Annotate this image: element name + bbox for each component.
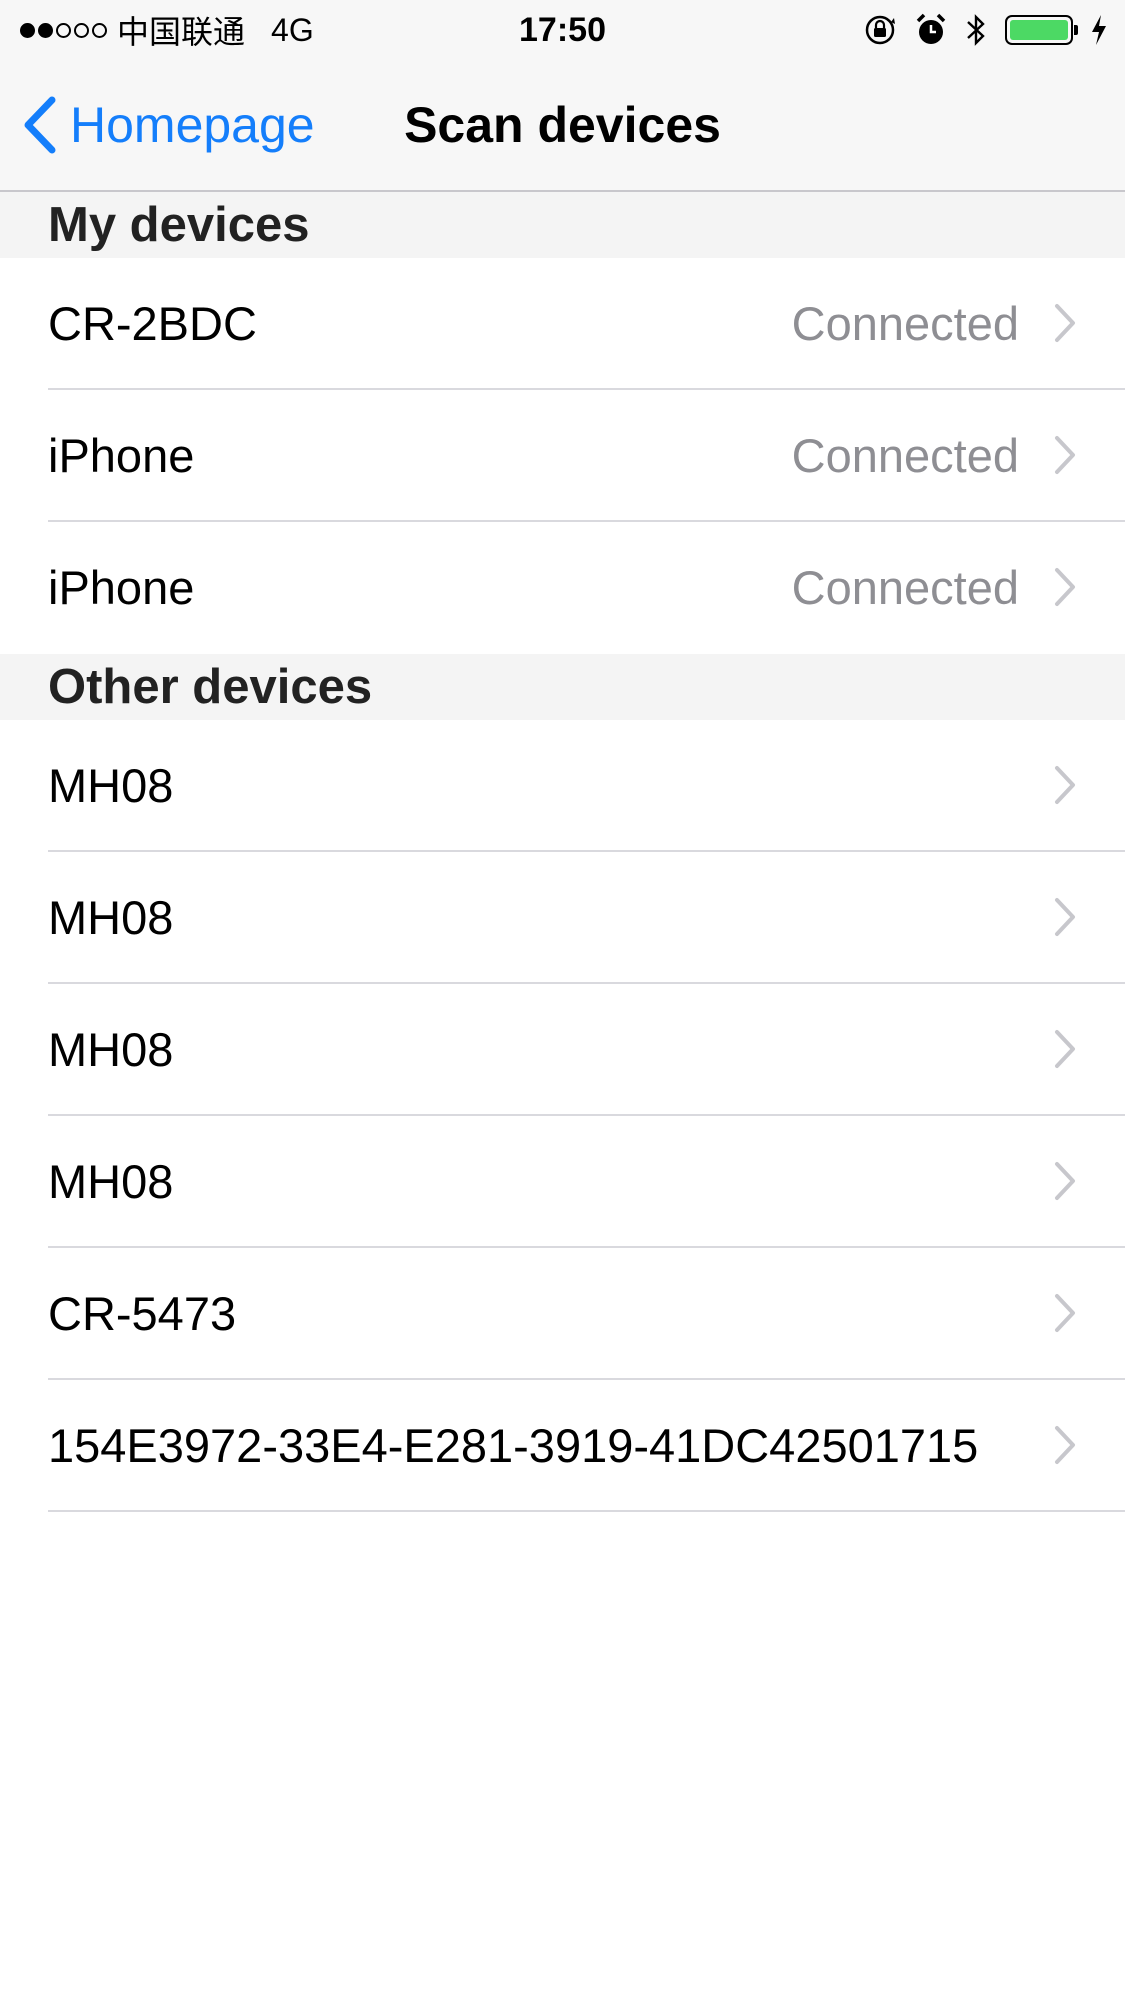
device-row[interactable]: MH08 bbox=[0, 984, 1125, 1116]
chevron-right-icon bbox=[1055, 568, 1075, 606]
battery-icon bbox=[1005, 15, 1078, 45]
chevron-right-icon bbox=[1055, 1294, 1075, 1332]
section-header-my-devices: My devices bbox=[0, 192, 1125, 258]
device-row[interactable]: MH08 bbox=[0, 852, 1125, 984]
device-name: CR-2BDC bbox=[48, 297, 257, 350]
chevron-right-icon bbox=[1055, 766, 1075, 804]
device-name: MH08 bbox=[48, 1155, 174, 1208]
device-name: iPhone bbox=[48, 429, 195, 482]
status-right bbox=[863, 10, 1107, 50]
device-row[interactable]: 154E3972-33E4-E281-3919-41DC42501715 bbox=[0, 1380, 1125, 1512]
device-status: Connected bbox=[791, 561, 1019, 614]
section-header-other-devices: Other devices bbox=[0, 654, 1125, 720]
chevron-right-icon bbox=[1055, 1426, 1075, 1464]
device-row[interactable]: iPhone Connected bbox=[0, 522, 1125, 654]
charging-bolt-icon bbox=[1092, 15, 1106, 45]
page-title: Scan devices bbox=[404, 97, 721, 153]
row-separator bbox=[48, 1510, 1125, 1512]
navigation-bar: Homepage Scan devices bbox=[0, 60, 1125, 192]
device-row[interactable]: CR-2BDC Connected bbox=[0, 258, 1125, 390]
device-name: iPhone bbox=[48, 561, 195, 614]
device-name: CR-5473 bbox=[48, 1287, 237, 1340]
device-name: MH08 bbox=[48, 1023, 174, 1076]
device-row[interactable]: MH08 bbox=[0, 1116, 1125, 1248]
alarm-icon bbox=[916, 13, 946, 44]
battery-level bbox=[1010, 20, 1068, 40]
status-bar: 中国联通 4G 17:50 bbox=[0, 0, 1125, 60]
chevron-right-icon bbox=[1055, 436, 1075, 474]
device-name: MH08 bbox=[48, 891, 174, 944]
device-status: Connected bbox=[791, 297, 1019, 350]
bluetooth-icon bbox=[967, 14, 985, 46]
device-row[interactable]: CR-5473 bbox=[0, 1248, 1125, 1380]
device-row[interactable]: iPhone Connected bbox=[0, 390, 1125, 522]
chevron-right-icon bbox=[1055, 1162, 1075, 1200]
device-name: MH08 bbox=[48, 759, 174, 812]
chevron-right-icon bbox=[1055, 304, 1075, 342]
orientation-lock-icon bbox=[865, 15, 895, 45]
chevron-right-icon bbox=[1055, 898, 1075, 936]
device-status: Connected bbox=[791, 429, 1019, 482]
chevron-right-icon bbox=[1055, 1030, 1075, 1068]
device-row[interactable]: MH08 bbox=[0, 720, 1125, 852]
device-name: 154E3972-33E4-E281-3919-41DC42501715 bbox=[48, 1419, 979, 1472]
